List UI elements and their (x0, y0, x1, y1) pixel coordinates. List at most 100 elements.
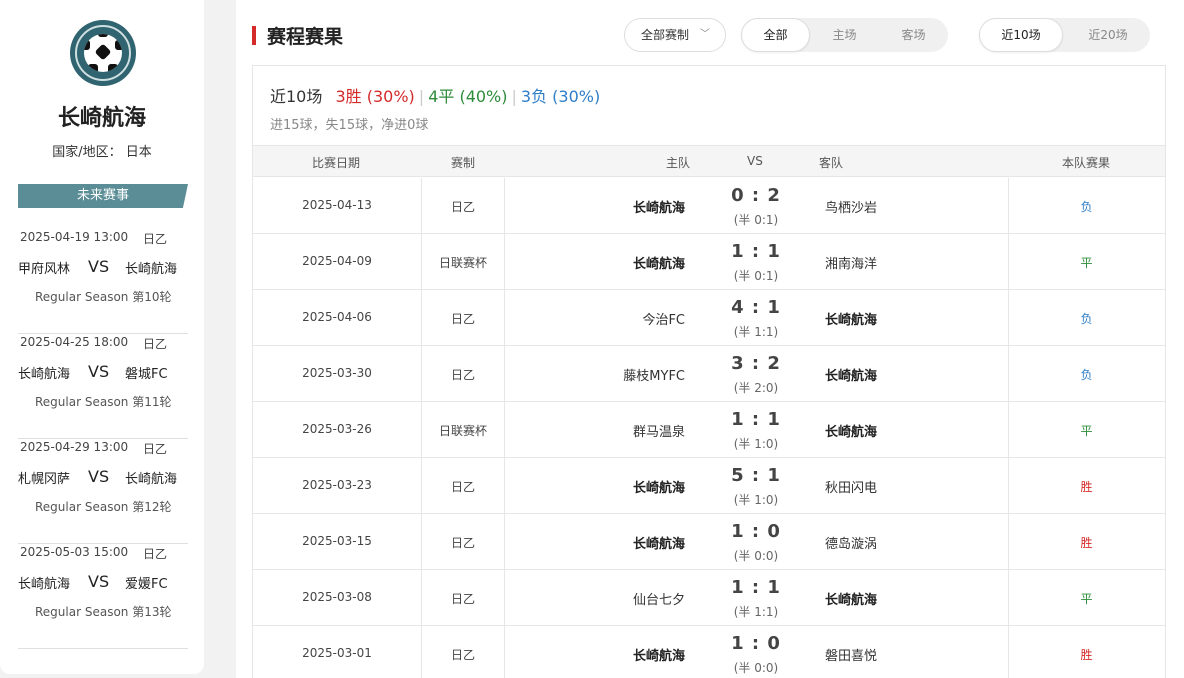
match-away-team: 长崎航海 (125, 262, 178, 277)
schedule-panel: 赛程赛果 全部赛制 ﹀ 全部 主场 客场 近10场 近20场 近10场 3胜 (… (236, 0, 1184, 678)
col-date: 比赛日期 (312, 156, 361, 170)
match-datetime: 2025-04-29 13:00 (20, 440, 129, 454)
table-row[interactable]: 2025-03-01 日乙 长崎航海 1 : 0 (半 0:0) 磐田喜悦 胜 (253, 626, 1165, 678)
match-date: 2025-03-15 (302, 534, 372, 548)
match-score[interactable]: 1 : 1 (722, 409, 790, 430)
match-round: Regular Season 第11轮 (35, 395, 172, 409)
future-matches-header: 未来赛事 (18, 184, 188, 208)
tab-last-20[interactable]: 近20场 (1066, 18, 1150, 52)
goals-summary: 进15球，失15球，净进0球 (270, 118, 429, 133)
match-score[interactable]: 1 : 1 (722, 241, 790, 262)
table-row[interactable]: 2025-04-09 日联赛杯 长崎航海 1 : 1 (半 0:1) 湘南海洋 平 (253, 234, 1165, 290)
half-time-score: (半 0:0) (733, 549, 779, 563)
match-score[interactable]: 1 : 0 (722, 521, 790, 542)
match-datetime: 2025-05-03 15:00 (20, 545, 129, 559)
half-time-score: (半 0:0) (733, 661, 779, 675)
away-team[interactable]: 鸟栖沙岩 (825, 197, 877, 216)
match-date: 2025-03-23 (302, 478, 372, 492)
match-score[interactable]: 1 : 0 (722, 633, 790, 654)
table-row[interactable]: 2025-03-30 日乙 藤枝MYFC 3 : 2 (半 2:0) 长崎航海 负 (253, 346, 1165, 402)
home-team[interactable]: 长崎航海 (633, 253, 685, 272)
away-team[interactable]: 德岛漩涡 (825, 533, 877, 552)
future-match[interactable]: 2025-04-29 13:00 日乙 札幌冈萨 VS 长崎航海 Regular Seas… (18, 440, 188, 544)
home-team[interactable]: 仙台七夕 (633, 589, 685, 608)
table-row[interactable]: 2025-03-15 日乙 长崎航海 1 : 0 (半 0:0) 德岛漩涡 胜 (253, 514, 1165, 570)
divider (18, 438, 188, 439)
match-competition: 日乙 (450, 592, 475, 606)
divider (18, 333, 188, 334)
match-competition: 日乙 (450, 480, 475, 494)
table-row[interactable]: 2025-03-23 日乙 长崎航海 5 : 1 (半 1:0) 秋田闪电 胜 (253, 458, 1165, 514)
match-result: 平 (1080, 424, 1093, 438)
table-header: 比赛日期 赛制 主队 VS 客队 本队赛果 (253, 145, 1165, 177)
match-home-team: 长崎航海 (18, 367, 71, 382)
match-result: 胜 (1080, 536, 1093, 550)
home-team[interactable]: 长崎航海 (633, 645, 685, 664)
home-team[interactable]: 藤枝MYFC (623, 365, 685, 384)
match-league: 日乙 (143, 442, 168, 456)
match-round: Regular Season 第12轮 (35, 500, 172, 514)
future-match[interactable]: 2025-05-03 15:00 日乙 长崎航海 VS 爱媛FC Regular Seas… (18, 545, 188, 649)
home-team[interactable]: 今治FC (642, 309, 685, 328)
summary-losses: 3负 (30%) (520, 87, 601, 106)
team-country: 国家/地区： 日本 (0, 141, 204, 160)
match-date: 2025-04-09 (302, 254, 372, 268)
away-team[interactable]: 秋田闪电 (825, 477, 877, 496)
col-home: 主队 (666, 156, 691, 170)
match-round: Regular Season 第13轮 (35, 605, 172, 619)
home-team[interactable]: 长崎航海 (633, 477, 685, 496)
record-summary: 近10场 3胜 (30%) | 4平 (40%) | 3负 (30%) (270, 87, 601, 106)
match-date: 2025-03-26 (302, 422, 372, 436)
team-name: 长崎航海 (57, 106, 146, 131)
future-match[interactable]: 2025-04-19 13:00 日乙 甲府风林 VS 长崎航海 Regular Seas… (18, 230, 188, 334)
match-vs: VS (88, 572, 110, 591)
half-time-score: (半 0:1) (733, 269, 779, 283)
match-datetime: 2025-04-19 13:00 (20, 230, 129, 244)
col-away: 客队 (819, 156, 844, 170)
table-row[interactable]: 2025-03-08 日乙 仙台七夕 1 : 1 (半 1:1) 长崎航海 平 (253, 570, 1165, 626)
match-competition: 日乙 (450, 200, 475, 214)
future-match[interactable]: 2025-04-25 18:00 日乙 长崎航海 VS 磐城FC Regular Seas… (18, 335, 188, 439)
tab-home[interactable]: 主场 (810, 18, 879, 52)
match-score[interactable]: 1 : 1 (722, 577, 790, 598)
match-result: 平 (1080, 256, 1093, 270)
away-team[interactable]: 长崎航海 (825, 589, 877, 608)
match-result: 胜 (1080, 648, 1093, 662)
away-team[interactable]: 湘南海洋 (825, 253, 877, 272)
half-time-score: (半 1:1) (733, 605, 779, 619)
away-team[interactable]: 长崎航海 (825, 421, 877, 440)
table-row[interactable]: 2025-04-06 日乙 今治FC 4 : 1 (半 1:1) 长崎航海 负 (253, 290, 1165, 346)
summary-label: 近10场 (270, 87, 323, 106)
half-time-score: (半 1:0) (733, 437, 779, 451)
range-tabs: 近10场 近20场 (979, 18, 1150, 52)
away-team[interactable]: 磐田喜悦 (825, 645, 877, 664)
competition-filter-dropdown[interactable]: 全部赛制 ﹀ (624, 18, 726, 52)
match-vs: VS (88, 362, 110, 381)
divider (18, 543, 188, 544)
match-league: 日乙 (143, 232, 168, 246)
match-round: Regular Season 第10轮 (35, 290, 172, 304)
tab-last-10[interactable]: 近10场 (979, 18, 1063, 52)
country-value: 日本 (125, 145, 152, 160)
away-team[interactable]: 长崎航海 (825, 309, 877, 328)
match-away-team: 爱媛FC (125, 577, 168, 592)
home-team[interactable]: 长崎航海 (633, 533, 685, 552)
away-team[interactable]: 长崎航海 (825, 365, 877, 384)
table-row[interactable]: 2025-03-26 日联赛杯 群马温泉 1 : 1 (半 1:0) 长崎航海 平 (253, 402, 1165, 458)
col-competition: 赛制 (451, 156, 476, 170)
match-away-team: 磐城FC (125, 367, 168, 382)
match-result: 平 (1080, 592, 1093, 606)
match-competition: 日联赛杯 (438, 424, 487, 438)
match-score[interactable]: 3 : 2 (722, 353, 790, 374)
chevron-down-icon: ﹀ (700, 29, 710, 40)
half-time-score: (半 0:1) (733, 213, 779, 227)
tab-away[interactable]: 客场 (879, 18, 948, 52)
home-team[interactable]: 群马温泉 (633, 421, 685, 440)
match-score[interactable]: 4 : 1 (722, 297, 790, 318)
tab-all[interactable]: 全部 (741, 18, 810, 52)
table-row[interactable]: 2025-04-13 日乙 长崎航海 0 : 2 (半 0:1) 鸟栖沙岩 负 (253, 178, 1165, 234)
match-score[interactable]: 0 : 2 (722, 185, 790, 206)
match-vs: VS (88, 257, 110, 276)
match-score[interactable]: 5 : 1 (722, 465, 790, 486)
home-team[interactable]: 长崎航海 (633, 197, 685, 216)
